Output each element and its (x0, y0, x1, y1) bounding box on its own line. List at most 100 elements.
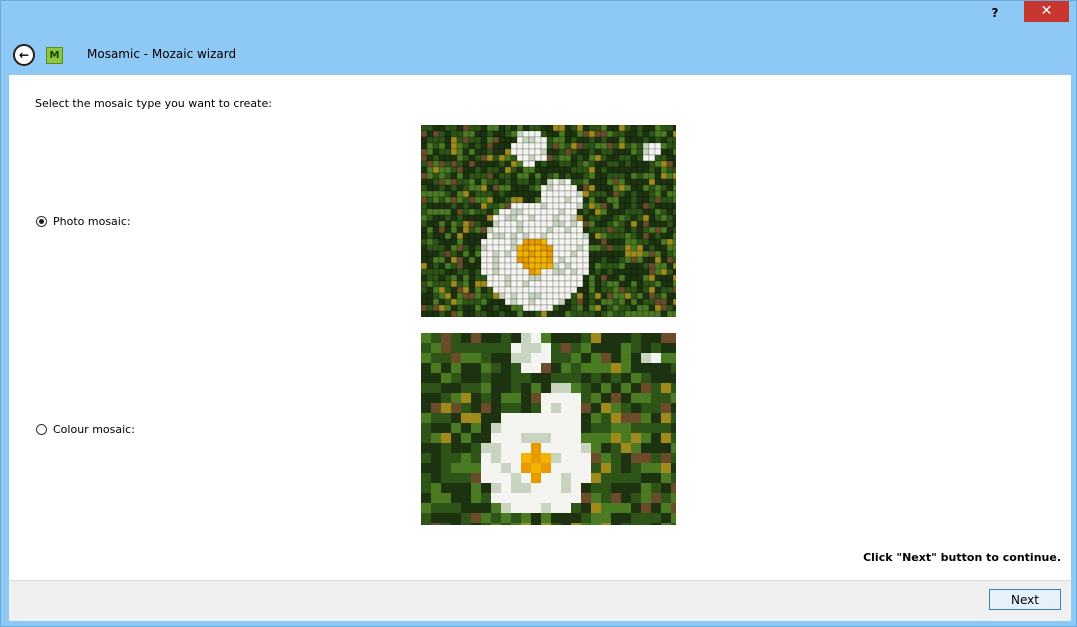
mosaic-tile (421, 286, 428, 294)
mosaic-tile (441, 343, 451, 353)
mosaic-tile (531, 413, 541, 423)
help-button[interactable]: ? (982, 3, 1008, 23)
mosaic-tile (450, 286, 458, 294)
mosaic-tile (594, 232, 602, 240)
mosaic-tile (531, 523, 541, 525)
mosaic-tile (552, 274, 560, 282)
mosaic-tile (582, 190, 590, 198)
mosaic-tile (540, 202, 548, 210)
mosaic-tile (501, 413, 511, 423)
mosaic-tile (516, 178, 524, 186)
mosaic-tile (541, 483, 551, 493)
mosaic-tile (600, 250, 608, 258)
photo-mosaic-radio[interactable] (36, 216, 47, 227)
mosaic-tile (480, 292, 488, 300)
mosaic-tile (564, 166, 572, 174)
mosaic-tile (672, 274, 676, 282)
mosaic-tile (660, 166, 668, 174)
mosaic-tile (521, 463, 531, 473)
mosaic-tile (648, 250, 656, 258)
mosaic-tile (451, 523, 461, 525)
mosaic-tile (654, 232, 662, 240)
mosaic-tile (534, 304, 542, 312)
mosaic-tile (561, 443, 571, 453)
mosaic-tile (600, 130, 608, 138)
mosaic-tile (541, 493, 551, 503)
mosaic-tile (672, 196, 676, 204)
mosaic-tile (528, 160, 536, 168)
mosaic-tile (671, 343, 676, 353)
mosaic-tile (426, 280, 434, 288)
mosaic-tile (654, 214, 662, 222)
mosaic-tile (486, 256, 494, 264)
mosaic-tile (552, 238, 560, 246)
mosaic-tile (636, 142, 644, 150)
mosaic-tile (588, 166, 596, 174)
mosaic-tile (541, 453, 551, 463)
mosaic-tile (648, 166, 656, 174)
mosaic-tile (630, 244, 638, 252)
mosaic-tile (582, 268, 590, 276)
mosaic-tile (492, 262, 500, 270)
mosaic-tile (444, 244, 452, 252)
mosaic-tile (421, 232, 428, 240)
mosaic-tile (468, 304, 476, 312)
mosaic-tile (552, 125, 560, 132)
photo-mosaic-option[interactable]: Photo mosaic: (36, 215, 131, 228)
mosaic-tile (631, 423, 641, 433)
mosaic-tile (666, 202, 674, 210)
mosaic-tile (521, 503, 531, 513)
mosaic-tile (648, 268, 656, 276)
mosaic-tile (504, 232, 512, 240)
colour-mosaic-option[interactable]: Colour mosaic: (36, 423, 135, 436)
mosaic-tile (491, 413, 501, 423)
mosaic-tile (481, 493, 491, 503)
mosaic-tile (498, 298, 506, 306)
mosaic-tile (510, 136, 518, 144)
mosaic-tile (492, 154, 500, 162)
mosaic-tile (486, 232, 494, 240)
mosaic-tile (481, 443, 491, 453)
mosaic-tile (438, 202, 446, 210)
mosaic-tile (481, 423, 491, 433)
mosaic-tile (571, 373, 581, 383)
mosaic-tile (661, 403, 671, 413)
colour-mosaic-image (421, 333, 676, 525)
mosaic-tile (564, 244, 572, 252)
mosaic-tile (546, 280, 554, 288)
mosaic-tile (534, 298, 542, 306)
mosaic-tile (601, 443, 611, 453)
mosaic-tile (510, 184, 518, 192)
mosaic-tile (492, 190, 500, 198)
mosaic-tile (444, 196, 452, 204)
close-button[interactable]: ✕ (1024, 1, 1069, 22)
mosaic-tile (558, 292, 566, 300)
colour-mosaic-radio[interactable] (36, 424, 47, 435)
mosaic-tile (641, 393, 651, 403)
mosaic-tile (528, 190, 536, 198)
mosaic-tile (426, 208, 434, 216)
mosaic-tile (611, 413, 621, 423)
mosaic-tile (552, 226, 560, 234)
mosaic-tile (672, 226, 676, 234)
mosaic-tile (531, 353, 541, 363)
mosaic-tile (450, 190, 458, 198)
mosaic-tile (576, 166, 584, 174)
mosaic-tile (431, 483, 441, 493)
mosaic-tile (551, 513, 561, 523)
mosaic-tile (480, 268, 488, 276)
next-button[interactable]: Next (989, 589, 1061, 610)
mosaic-tile (421, 423, 431, 433)
mosaic-tile (491, 453, 501, 463)
mosaic-tile (534, 274, 542, 282)
mosaic-tile (600, 190, 608, 198)
mosaic-tile (636, 220, 644, 228)
mosaic-tile (651, 343, 661, 353)
mosaic-tile (611, 513, 621, 523)
mosaic-tile (654, 184, 662, 192)
back-button[interactable]: ← (13, 44, 35, 66)
mosaic-tile (564, 256, 572, 264)
mosaic-tile (510, 202, 518, 210)
mosaic-tile (666, 280, 674, 288)
mosaic-tile (474, 310, 482, 317)
